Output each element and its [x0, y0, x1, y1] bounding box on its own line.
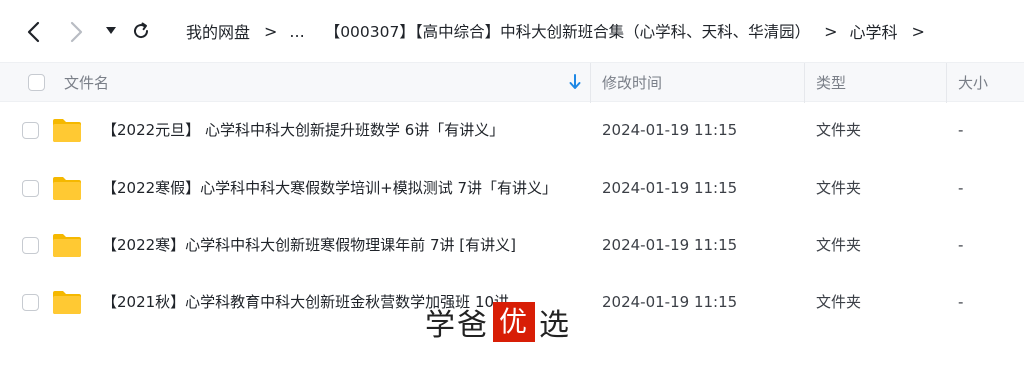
file-name[interactable]: 【2022元旦】 心学科中科大创新提升班数学 6讲「有讲义」 [102, 102, 572, 158]
folder-icon [53, 291, 81, 314]
refresh-icon [134, 22, 149, 39]
column-divider[interactable] [946, 63, 947, 103]
watermark-text: 选 [539, 308, 571, 343]
watermark-red-badge: 优 [493, 302, 535, 342]
file-name[interactable]: 【2022寒】心学科中科大创新班寒假物理课年前 7讲 [有讲义] [102, 217, 572, 273]
row-checkbox[interactable] [22, 294, 39, 311]
column-header-modified[interactable]: 修改时间 [602, 63, 662, 103]
table-row[interactable]: 【2022元旦】 心学科中科大创新提升班数学 6讲「有讲义」 2024-01-1… [0, 102, 1024, 158]
watermark-logo: 学爸 优 选 [425, 300, 571, 344]
column-divider[interactable] [804, 63, 805, 103]
refresh-button[interactable] [130, 20, 152, 42]
breadcrumb-current-folder[interactable]: 心学科 [850, 19, 898, 43]
file-list-header: 文件名 修改时间 类型 大小 [0, 62, 1024, 103]
column-header-size[interactable]: 大小 [958, 63, 988, 103]
modified-time: 2024-01-19 11:15 [602, 293, 738, 311]
file-type: 文件夹 [816, 121, 862, 139]
row-checkbox[interactable] [22, 237, 39, 254]
file-name[interactable]: 【2022寒假】心学科中科大寒假数学培训+模拟测试 7讲「有讲义」 [102, 160, 564, 216]
folder-icon [53, 177, 81, 200]
breadcrumb-ellipsis[interactable]: ... [289, 22, 304, 41]
column-header-type[interactable]: 类型 [816, 63, 846, 103]
modified-time: 2024-01-19 11:15 [602, 121, 738, 139]
file-type: 文件夹 [816, 236, 862, 254]
breadcrumb-parent-folder[interactable]: 【000307】【高中综合】中科大创新班合集（心学科、天科、华清园） [325, 20, 810, 42]
file-type: 文件夹 [816, 179, 862, 197]
breadcrumb-separator: > [264, 21, 278, 41]
toolbar: 我的网盘 > ... 【000307】【高中综合】中科大创新班合集（心学科、天科… [0, 0, 1024, 62]
folder-icon [53, 119, 81, 142]
caret-down-icon [106, 27, 116, 34]
back-button[interactable] [22, 20, 44, 44]
table-row[interactable]: 【2022寒】心学科中科大创新班寒假物理课年前 7讲 [有讲义] 2024-01… [0, 217, 1024, 273]
file-size: - [958, 179, 964, 197]
history-dropdown-button[interactable] [104, 24, 118, 38]
breadcrumb-separator: > [911, 21, 925, 41]
column-divider[interactable] [590, 63, 591, 103]
chevron-left-icon [27, 21, 40, 43]
breadcrumb-root[interactable]: 我的网盘 [186, 19, 250, 43]
breadcrumb: 我的网盘 > ... 【000307】【高中综合】中科大创新班合集（心学科、天科… [186, 0, 937, 62]
forward-button[interactable] [66, 20, 88, 44]
breadcrumb-separator: > [824, 21, 838, 41]
select-all-checkbox[interactable] [28, 74, 45, 91]
file-size: - [958, 236, 964, 254]
sort-down-arrow-icon[interactable] [569, 74, 583, 92]
watermark-text: 学爸 [425, 308, 489, 343]
row-checkbox[interactable] [22, 180, 39, 197]
row-checkbox[interactable] [22, 122, 39, 139]
file-type: 文件夹 [816, 293, 862, 311]
table-row[interactable]: 【2022寒假】心学科中科大寒假数学培训+模拟测试 7讲「有讲义」 2024-0… [0, 160, 1024, 216]
file-size: - [958, 293, 964, 311]
modified-time: 2024-01-19 11:15 [602, 236, 738, 254]
column-header-name[interactable]: 文件名 [64, 63, 109, 103]
folder-icon [53, 234, 81, 257]
modified-time: 2024-01-19 11:15 [602, 179, 738, 197]
file-size: - [958, 121, 964, 139]
chevron-right-icon [70, 21, 83, 43]
